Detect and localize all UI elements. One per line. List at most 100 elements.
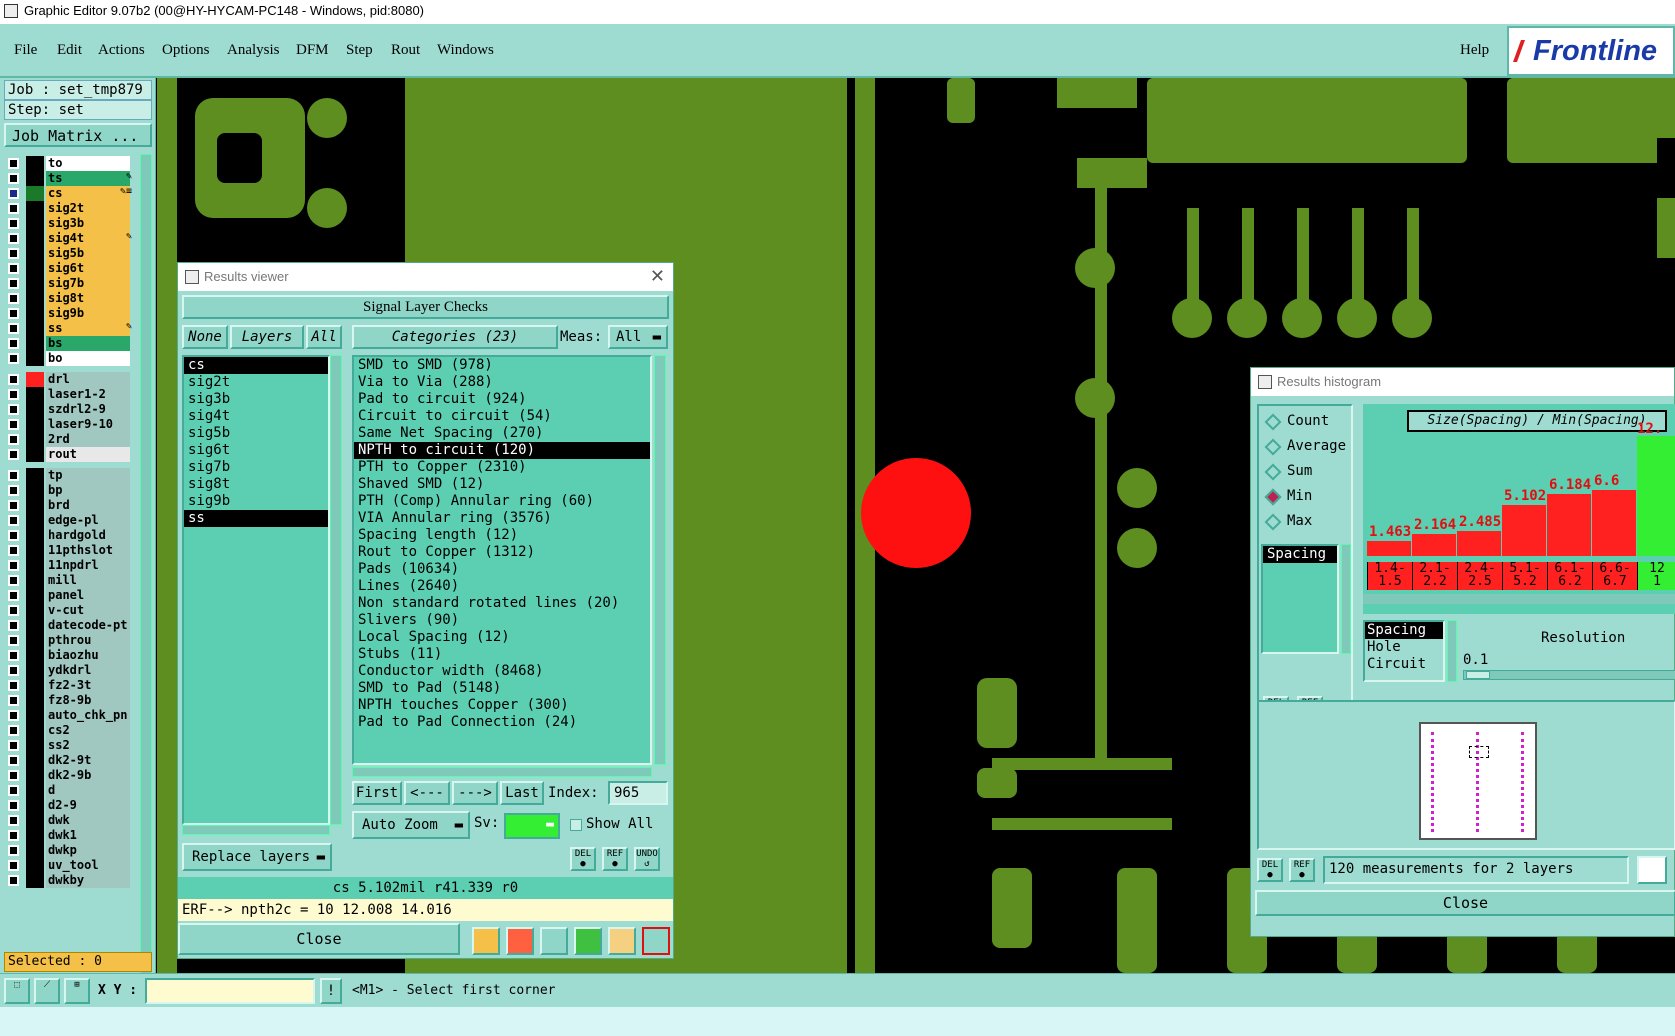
layer-name[interactable]: cs	[46, 186, 130, 201]
layer-checkbox[interactable]	[8, 770, 19, 781]
layer-checkbox[interactable]	[8, 404, 19, 415]
result-layer-item[interactable]: sig7b	[184, 459, 328, 476]
result-layer-item[interactable]: sig2t	[184, 374, 328, 391]
layer-name[interactable]: bp	[46, 483, 130, 498]
layer-row[interactable]: panel	[6, 588, 136, 603]
undo-button[interactable]: UNDO ↺	[634, 847, 660, 871]
numbers-icon[interactable]	[574, 927, 602, 955]
layer-checkbox[interactable]	[8, 830, 19, 841]
menu-step[interactable]: Step	[346, 42, 373, 59]
ref-button[interactable]: REF ●	[602, 847, 628, 871]
layers-button[interactable]: Layers	[230, 325, 304, 349]
histogram-close-button[interactable]: Close	[1255, 890, 1675, 916]
category-item[interactable]: Spacing length (12)	[354, 527, 650, 544]
layer-name[interactable]: 2rd	[46, 432, 130, 447]
layer-row[interactable]: fz8-9b	[6, 693, 136, 708]
menu-edit[interactable]: Edit	[57, 42, 82, 59]
radio-icon[interactable]	[1264, 488, 1282, 506]
layer-row[interactable]: dwk	[6, 813, 136, 828]
layer-name[interactable]: datecode-pt	[46, 618, 130, 633]
layer-name[interactable]: sig3b	[46, 216, 130, 231]
layer-row[interactable]: cs ✎≡	[6, 186, 136, 201]
aggregate-option-average[interactable]: Average	[1264, 437, 1349, 457]
hist-del2-button[interactable]: DEL ●	[1257, 858, 1283, 882]
result-layer-item[interactable]: sig3b	[184, 391, 328, 408]
result-layer-item[interactable]: sig9b	[184, 493, 328, 510]
layer-row[interactable]: sig6t	[6, 261, 136, 276]
layer-row[interactable]: dk2-9t	[6, 753, 136, 768]
layer-checkbox[interactable]	[8, 218, 19, 229]
layer-checkbox[interactable]	[8, 875, 19, 886]
measure-scrollbar[interactable]	[1341, 544, 1351, 654]
layer-name[interactable]: bo	[46, 351, 130, 366]
layer-name[interactable]: ss2	[46, 738, 130, 753]
layer-name[interactable]: tp	[46, 468, 130, 483]
histogram-bar[interactable]	[1412, 534, 1456, 556]
layer-checkbox[interactable]	[8, 590, 19, 601]
layer-checkbox[interactable]	[8, 434, 19, 445]
category-item[interactable]: Non standard rotated lines (20)	[354, 595, 650, 612]
layer-checkbox[interactable]	[8, 173, 19, 184]
layer-name[interactable]: 11pthslot	[46, 543, 130, 558]
layer-checkbox[interactable]	[8, 575, 19, 586]
slider-thumb[interactable]	[1466, 671, 1490, 679]
menu-analysis[interactable]: Analysis	[227, 42, 280, 59]
layer-name[interactable]: auto_chk_pn	[46, 708, 130, 723]
layer-row[interactable]: ss2	[6, 738, 136, 753]
layer-row[interactable]: hardgold	[6, 528, 136, 543]
menu-file[interactable]: File	[14, 42, 37, 59]
layers-none-button[interactable]: None	[182, 325, 228, 349]
category-item[interactable]: Local Spacing (12)	[354, 629, 650, 646]
radio-icon[interactable]	[1264, 513, 1282, 531]
layer-checkbox[interactable]	[8, 293, 19, 304]
next-button[interactable]: --->	[452, 781, 498, 805]
category-item[interactable]: Pad to Pad Connection (24)	[354, 714, 650, 731]
layer-checkbox[interactable]	[8, 485, 19, 496]
layer-row[interactable]: bp	[6, 483, 136, 498]
layer-name[interactable]: sig8t	[46, 291, 130, 306]
layer-name[interactable]: pthrou	[46, 633, 130, 648]
layer-name[interactable]: d	[46, 783, 130, 798]
xy-input[interactable]	[145, 978, 315, 1004]
layer-row[interactable]: laser9-10	[6, 417, 136, 432]
category-item[interactable]: Lines (2640)	[354, 578, 650, 595]
layer-name[interactable]: sig7b	[46, 276, 130, 291]
layer-checkbox[interactable]	[8, 725, 19, 736]
layer-name[interactable]: sig5b	[46, 246, 130, 261]
histogram-bar[interactable]	[1547, 494, 1591, 556]
result-layer-item[interactable]: sig4t	[184, 408, 328, 425]
layer-checkbox[interactable]	[8, 530, 19, 541]
select-tool-icon[interactable]: ⬚	[4, 978, 30, 1004]
layer-checkbox[interactable]	[8, 278, 19, 289]
layer-row[interactable]: rout	[6, 447, 136, 462]
layer-checkbox[interactable]	[8, 203, 19, 214]
layer-row[interactable]: szdrl2-9	[6, 402, 136, 417]
menu-help[interactable]: Help	[1460, 42, 1489, 59]
layer-row[interactable]: 2rd	[6, 432, 136, 447]
category-item[interactable]: VIA Annular ring (3576)	[354, 510, 650, 527]
layer-name[interactable]: sig4t	[46, 231, 130, 246]
layer-checkbox[interactable]	[8, 353, 19, 364]
layer-row[interactable]: sig4t ✎	[6, 231, 136, 246]
layer-row[interactable]: pthrou	[6, 633, 136, 648]
layer-row[interactable]: edge-pl	[6, 513, 136, 528]
layer-name[interactable]: ts	[46, 171, 130, 186]
measure-tool-icon[interactable]: ⟋	[34, 978, 60, 1004]
radio-icon[interactable]	[1264, 463, 1282, 481]
category-item[interactable]: PTH (Comp) Annular ring (60)	[354, 493, 650, 510]
type-spacing[interactable]: Spacing	[1365, 622, 1443, 639]
layer-list-scrollbar[interactable]	[140, 154, 152, 1022]
layer-checkbox[interactable]	[8, 419, 19, 430]
layer-name[interactable]: dwkby	[46, 873, 130, 888]
layer-results-hscroll[interactable]	[182, 825, 330, 835]
layer-name[interactable]: panel	[46, 588, 130, 603]
layer-row[interactable]: sig5b	[6, 246, 136, 261]
del-button[interactable]: DEL ●	[570, 847, 596, 871]
result-layer-item[interactable]: sig8t	[184, 476, 328, 493]
layer-name[interactable]: d2-9	[46, 798, 130, 813]
layer-checkbox[interactable]	[8, 845, 19, 856]
categories-button[interactable]: Categories (23)	[352, 325, 558, 349]
auto-zoom-dropdown[interactable]: Auto Zoom ▬	[352, 811, 470, 839]
layer-row[interactable]: d2-9	[6, 798, 136, 813]
histogram-type-list[interactable]: Spacing Hole Circuit	[1363, 620, 1445, 682]
